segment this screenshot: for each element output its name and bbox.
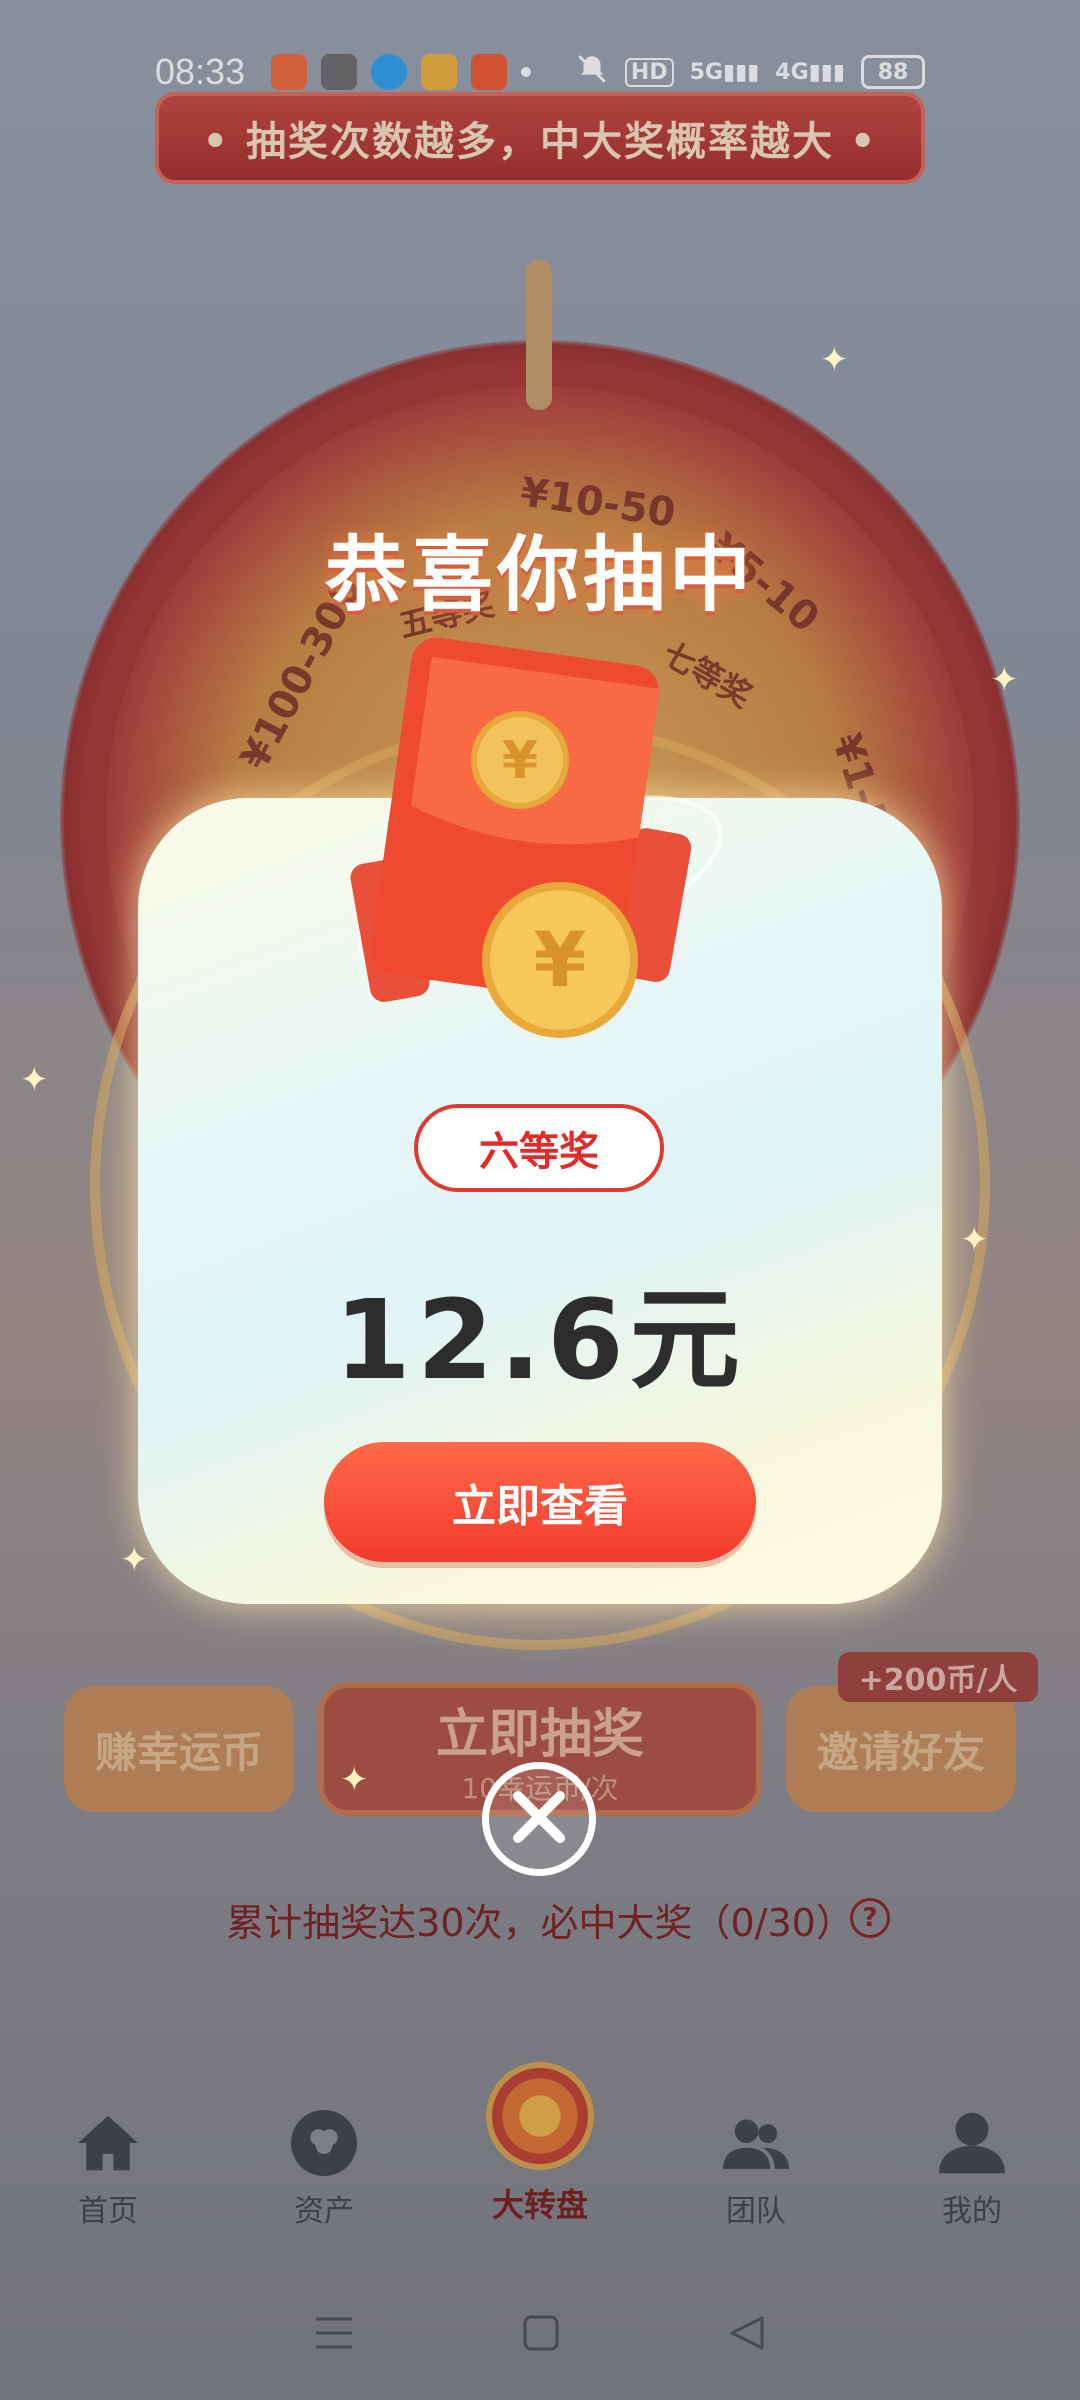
svg-text:¥: ¥ [502,731,538,791]
sparkle-icon: ✦ [820,340,849,380]
sparkle-icon: ✦ [990,660,1019,700]
view-now-button[interactable]: 立即查看 [324,1442,756,1562]
sparkle-icon: ✦ [340,1760,369,1800]
prize-amount: 12.6元 [0,1250,1080,1410]
close-button[interactable] [482,1762,596,1876]
prize-level-badge: 六等奖 [414,1104,664,1192]
sparkle-icon: ✦ [120,1540,149,1580]
prize-amount-text: 12.6元 [334,1276,746,1404]
sparkle-icon: ✦ [20,1060,49,1100]
congrats-title: 恭喜你抽中 [0,508,1080,627]
svg-text:¥: ¥ [534,915,587,1004]
prize-level-text: 六等奖 [479,1129,599,1175]
close-icon [508,1786,570,1852]
view-now-label: 立即查看 [452,1481,628,1532]
red-envelope-icon: ¥ ¥ [330,630,750,1050]
congrats-title-text: 恭喜你抽中 [324,528,755,623]
